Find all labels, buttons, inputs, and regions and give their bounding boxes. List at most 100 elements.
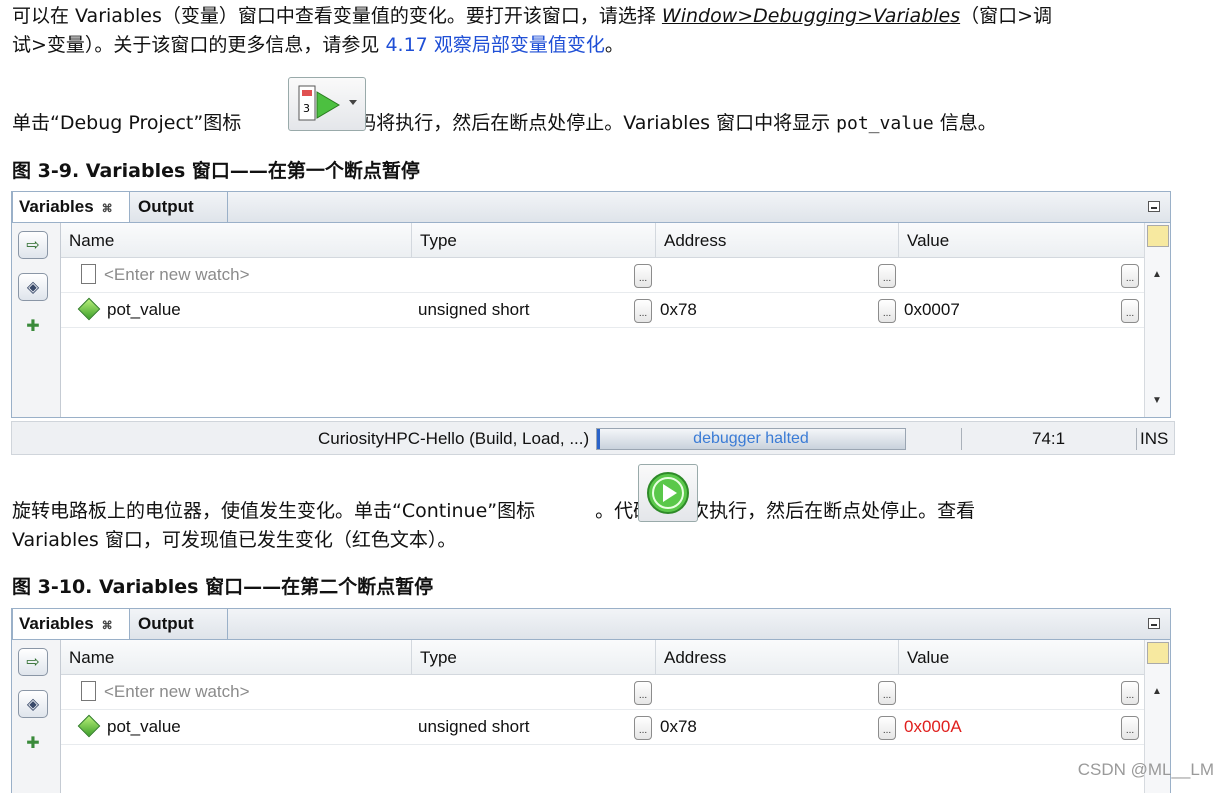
close-icon[interactable]: ⌘ xyxy=(102,203,113,215)
address-ellipsis-button[interactable]: ... xyxy=(878,299,896,323)
address-ellipsis-button[interactable]: ... xyxy=(878,716,896,740)
table-row[interactable]: pot_value unsigned short ... 0x78 ... 0x… xyxy=(61,710,1144,745)
column-header-address[interactable]: Address xyxy=(656,640,899,674)
intro-text-end: 。 xyxy=(604,34,624,56)
watch-input[interactable]: <Enter new watch> xyxy=(81,675,250,709)
var-name: pot_value xyxy=(77,710,181,744)
tab-output[interactable]: Output xyxy=(132,609,228,639)
figure-caption-2: 图 3-10. Variables 窗口——在第二个断点暂停 xyxy=(12,576,434,598)
continue-line-1: 旋转电路板上的电位器，使值发生变化。单击“Continue”图标 。代码将再次执行… xyxy=(12,497,975,526)
var-value-changed[interactable]: 0x000A xyxy=(904,710,962,744)
insert-mode: INS xyxy=(1140,429,1169,448)
value-ellipsis-button[interactable]: ... xyxy=(1121,299,1139,323)
intro-line-2: 试>变量）。关于该窗口的更多信息，请参见 4.17 观察局部变量值变化。 xyxy=(12,31,624,60)
variables-table: Name Type Address Value <Enter new watch… xyxy=(61,640,1144,793)
debug-paragraph: 单击“Debug Project”图标 。代码将执行，然后在断点处停止。Varia… xyxy=(12,109,997,138)
tab-bar: Variables ⌘ Output xyxy=(12,192,1170,223)
continue-line-2: Variables 窗口，可发现值已发生变化（红色文本）。 xyxy=(12,529,457,551)
type-ellipsis-button[interactable]: ... xyxy=(634,299,652,323)
continue-icon xyxy=(638,464,698,522)
column-header-name[interactable]: Name xyxy=(61,223,412,257)
new-watch-row[interactable]: <Enter new watch> ... ... ... xyxy=(61,675,1144,710)
watch-input[interactable]: <Enter new watch> xyxy=(81,258,250,292)
minimize-icon[interactable] xyxy=(1148,618,1160,629)
var-type: unsigned short xyxy=(418,300,530,319)
tab-output[interactable]: Output xyxy=(132,192,228,222)
watch-placeholder: <Enter new watch> xyxy=(104,265,250,284)
intro-text-cont: （窗口>调 xyxy=(960,5,1053,27)
new-watch-button[interactable]: ⇨ xyxy=(18,231,48,259)
menu-path-link[interactable]: Window>Debugging>Variables xyxy=(662,5,960,27)
table-header: Name Type Address Value xyxy=(61,640,1144,675)
file-icon xyxy=(81,263,96,284)
column-header-address[interactable]: Address xyxy=(656,223,899,257)
debug-text: 单击“Debug Project”图标 xyxy=(12,112,242,134)
tab-bar: Variables ⌘ Output xyxy=(12,609,1170,640)
type-ellipsis-button[interactable]: ... xyxy=(634,716,652,740)
debug-project-icon: 3 xyxy=(288,77,366,131)
watermark: CSDN @ML__LM xyxy=(1077,760,1214,779)
vertical-scrollbar[interactable]: ▲ ▼ xyxy=(1144,223,1170,417)
value-ellipsis-button[interactable]: ... xyxy=(1121,264,1139,288)
svg-text:3: 3 xyxy=(303,102,310,115)
add-watch-icon[interactable]: ✚ xyxy=(18,730,48,758)
intro-text: 可以在 Variables（变量）窗口中查看变量值的变化。要打开该窗口，请选择 xyxy=(12,5,662,27)
left-toolbar: ⇨ ◈ ✚ xyxy=(12,223,61,417)
value-ellipsis-button[interactable]: ... xyxy=(1121,716,1139,740)
type-ellipsis-button[interactable]: ... xyxy=(634,264,652,288)
debug-text-end: 信息。 xyxy=(933,112,997,134)
column-header-type[interactable]: Type xyxy=(412,223,656,257)
tab-label: Variables xyxy=(19,614,94,633)
add-watch-icon[interactable]: ✚ xyxy=(18,313,48,341)
var-address: 0x78 xyxy=(660,300,697,319)
cursor-position: 74:1 xyxy=(1032,429,1066,448)
table-header: Name Type Address Value xyxy=(61,223,1144,258)
watch-placeholder: <Enter new watch> xyxy=(104,682,250,701)
type-ellipsis-button[interactable]: ... xyxy=(634,681,652,705)
new-watch-button[interactable]: ⇨ xyxy=(18,648,48,676)
scroll-up-icon[interactable]: ▲ xyxy=(1152,269,1162,280)
column-chooser-icon[interactable] xyxy=(1147,225,1169,247)
debug-text-2: 。代码将执行，然后在断点处停止。Variables 窗口中将显示 xyxy=(319,112,837,134)
address-ellipsis-button[interactable]: ... xyxy=(878,681,896,705)
column-header-type[interactable]: Type xyxy=(412,640,656,674)
var-name-text: pot_value xyxy=(107,717,181,736)
left-toolbar: ⇨ ◈ ✚ xyxy=(12,640,61,793)
code-pot-value: pot_value xyxy=(836,113,934,134)
variables-window-2: Variables ⌘ Output ⇨ ◈ ✚ Name Type Addres… xyxy=(11,608,1171,793)
var-address: 0x78 xyxy=(660,717,697,736)
var-value[interactable]: 0x0007 xyxy=(904,293,960,327)
close-icon[interactable]: ⌘ xyxy=(102,620,113,632)
variables-table: Name Type Address Value <Enter new watch… xyxy=(61,223,1144,417)
new-watch-row[interactable]: <Enter new watch> ... ... ... xyxy=(61,258,1144,293)
intro-line-1: 可以在 Variables（变量）窗口中查看变量值的变化。要打开该窗口，请选择 … xyxy=(12,2,1052,31)
scroll-down-icon[interactable]: ▼ xyxy=(1152,395,1162,406)
var-name: pot_value xyxy=(77,293,181,327)
tab-variables[interactable]: Variables ⌘ xyxy=(12,609,130,639)
column-header-value[interactable]: Value xyxy=(899,640,1145,674)
divider xyxy=(961,428,962,450)
tab-label: Variables xyxy=(19,197,94,216)
variable-diamond-icon xyxy=(77,297,101,320)
project-status: CuriosityHPC-Hello (Build, Load, ...) xyxy=(318,429,590,448)
tab-variables[interactable]: Variables ⌘ xyxy=(12,192,130,222)
watch-settings-button[interactable]: ◈ xyxy=(18,690,48,718)
status-bar: CuriosityHPC-Hello (Build, Load, ...) de… xyxy=(11,421,1175,455)
address-ellipsis-button[interactable]: ... xyxy=(878,264,896,288)
figure-caption-1: 图 3-9. Variables 窗口——在第一个断点暂停 xyxy=(12,160,420,182)
divider xyxy=(1136,428,1137,450)
debugger-progress: debugger halted xyxy=(596,428,906,450)
column-chooser-icon[interactable] xyxy=(1147,642,1169,664)
column-header-value[interactable]: Value xyxy=(899,223,1145,257)
var-type: unsigned short xyxy=(418,717,530,736)
minimize-icon[interactable] xyxy=(1148,201,1160,212)
continue-text: 旋转电路板上的电位器，使值发生变化。单击“Continue”图标 xyxy=(12,500,536,522)
watch-settings-button[interactable]: ◈ xyxy=(18,273,48,301)
table-row[interactable]: pot_value unsigned short ... 0x78 ... 0x… xyxy=(61,293,1144,328)
column-header-name[interactable]: Name xyxy=(61,640,412,674)
value-ellipsis-button[interactable]: ... xyxy=(1121,681,1139,705)
section-xref-link[interactable]: 4.17 观察局部变量值变化 xyxy=(385,34,604,56)
file-icon xyxy=(81,680,96,701)
intro-text-2: 试>变量）。关于该窗口的更多信息，请参见 xyxy=(12,34,386,56)
scroll-up-icon[interactable]: ▲ xyxy=(1152,686,1162,697)
